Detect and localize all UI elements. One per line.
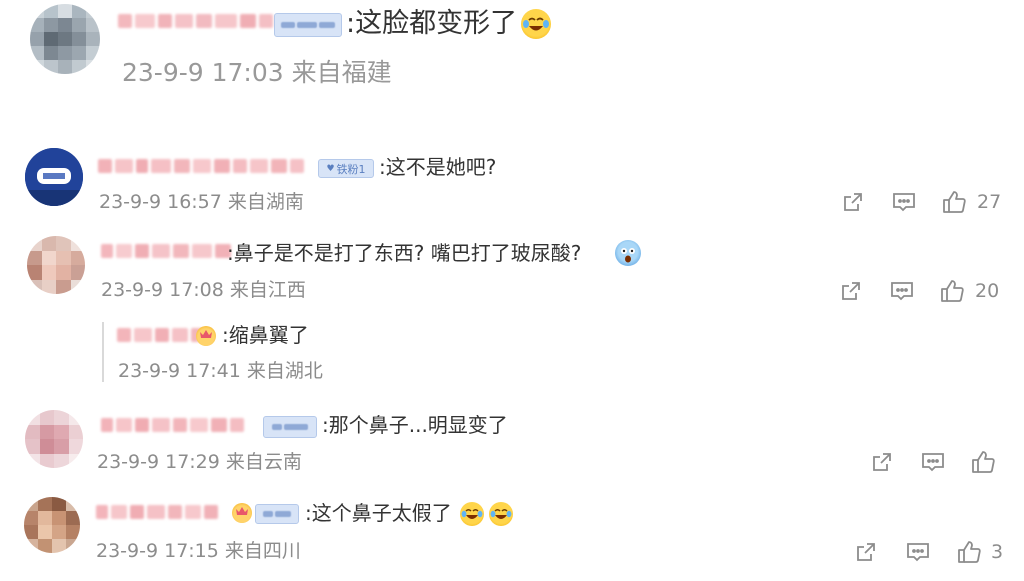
share-icon[interactable] bbox=[869, 449, 895, 475]
timestamp: 23-9-9 17:15 来自四川 bbox=[96, 540, 301, 562]
comment-text: :这个鼻子太假了 bbox=[305, 501, 452, 525]
laughing-tears-icon bbox=[521, 9, 551, 39]
comment-icon[interactable] bbox=[890, 189, 918, 215]
comment-text: :鼻子是不是打了东西? 嘴巴打了玻尿酸? bbox=[227, 241, 582, 265]
username-blurred[interactable] bbox=[96, 505, 218, 519]
thumbs-up-icon[interactable] bbox=[969, 448, 997, 476]
laughing-tears-icon bbox=[460, 502, 484, 526]
comment-icon[interactable] bbox=[919, 449, 947, 475]
fan-badge[interactable] bbox=[255, 504, 299, 524]
comment-icon[interactable] bbox=[888, 278, 916, 304]
thumbs-up-icon[interactable] bbox=[938, 277, 966, 305]
share-icon[interactable] bbox=[840, 189, 866, 215]
thumbs-up-icon[interactable] bbox=[940, 188, 968, 216]
avatar[interactable] bbox=[30, 4, 100, 74]
username-blurred[interactable] bbox=[118, 14, 273, 28]
avatar[interactable] bbox=[24, 497, 80, 553]
like-count: 20 bbox=[975, 280, 1000, 302]
fan-crown-icon bbox=[196, 326, 216, 346]
username-blurred[interactable] bbox=[101, 418, 244, 432]
comment-text: :这不是她吧? bbox=[379, 155, 497, 179]
like-count: 27 bbox=[977, 191, 1002, 213]
avatar[interactable] bbox=[25, 148, 83, 206]
share-icon[interactable] bbox=[838, 278, 864, 304]
timestamp: 23-9-9 17:29 来自云南 bbox=[97, 451, 302, 473]
reply-text: :缩鼻翼了 bbox=[222, 323, 309, 347]
comment-text: :那个鼻子...明显变了 bbox=[322, 413, 508, 437]
badge-label: 铁粉1 bbox=[336, 162, 366, 176]
fan-badge[interactable] bbox=[274, 13, 342, 37]
timestamp: 23-9-9 17:03 来自福建 bbox=[122, 58, 392, 87]
username-blurred[interactable] bbox=[98, 159, 304, 173]
username-blurred[interactable] bbox=[101, 244, 231, 258]
laughing-tears-icon bbox=[489, 502, 513, 526]
avatar[interactable] bbox=[25, 410, 83, 468]
share-icon[interactable] bbox=[853, 539, 879, 565]
fan-crown-icon bbox=[232, 503, 252, 523]
fan-badge[interactable]: ♥ 铁粉1 bbox=[318, 159, 374, 178]
like-count: 3 bbox=[991, 541, 1004, 563]
comment-icon[interactable] bbox=[904, 539, 932, 565]
comment-text: :这脸都变形了 bbox=[346, 8, 518, 39]
thumbs-up-icon[interactable] bbox=[955, 538, 983, 566]
timestamp: 23-9-9 16:57 来自湖南 bbox=[99, 191, 304, 213]
timestamp: 23-9-9 17:08 来自江西 bbox=[101, 279, 306, 301]
avatar[interactable] bbox=[27, 236, 85, 294]
fan-badge[interactable] bbox=[263, 416, 317, 438]
reply-timestamp: 23-9-9 17:41 来自湖北 bbox=[118, 360, 323, 382]
shocked-face-icon bbox=[615, 240, 641, 266]
reply-divider bbox=[102, 322, 104, 382]
username-blurred[interactable] bbox=[117, 328, 203, 342]
